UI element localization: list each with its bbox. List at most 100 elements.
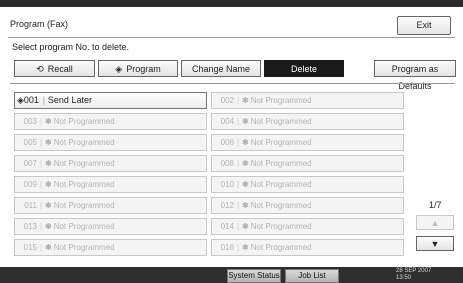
top-bar xyxy=(0,0,463,7)
program-icon: ◈ xyxy=(17,95,24,105)
asterisk-icon: ✱ xyxy=(45,138,52,147)
scroll-up-button[interactable]: ▲ xyxy=(416,215,454,230)
program-name: Not Programmed xyxy=(250,96,312,105)
program-number: 010 xyxy=(220,180,234,189)
program-slot-010[interactable]: 010 | ✱ Not Programmed xyxy=(211,176,404,193)
program-name: Send Later xyxy=(47,95,92,105)
program-number: 001 xyxy=(23,95,39,105)
program-number: 011 xyxy=(24,201,37,210)
system-status-button[interactable]: System Status xyxy=(227,269,281,283)
program-number: 013 xyxy=(23,222,37,231)
tab-change-name[interactable]: Change Name xyxy=(181,60,261,77)
date-text: 28 SEP 2007 xyxy=(396,268,432,274)
program-name: Not Programmed xyxy=(53,159,115,168)
asterisk-icon: ✱ xyxy=(45,159,52,168)
separator: | xyxy=(236,180,240,189)
separator: | xyxy=(236,138,240,147)
separator: | xyxy=(39,222,43,231)
program-number: 002 xyxy=(220,96,234,105)
job-list-button[interactable]: Job List xyxy=(285,269,339,283)
asterisk-icon: ✱ xyxy=(45,117,52,126)
program-name: Not Programmed xyxy=(53,117,115,126)
program-slot-004[interactable]: 004 | ✱ Not Programmed xyxy=(211,113,404,130)
program-name: Not Programmed xyxy=(250,201,312,210)
program-slot-016[interactable]: 016 | ✱ Not Programmed xyxy=(211,239,404,256)
program-slot-001[interactable]: ◈001 | Send Later xyxy=(14,92,207,109)
separator: | xyxy=(39,201,43,210)
program-name: Not Programmed xyxy=(250,243,312,252)
separator: | xyxy=(39,180,43,189)
program-name: Not Programmed xyxy=(250,117,312,126)
separator: | xyxy=(39,138,43,147)
program-name: Not Programmed xyxy=(250,138,312,147)
program-number: 012 xyxy=(220,201,234,210)
asterisk-icon: ✱ xyxy=(242,201,249,210)
program-number: 006 xyxy=(220,138,234,147)
date-time: 28 SEP 2007 13:50 xyxy=(396,268,431,282)
program-slot-005[interactable]: 005 | ✱ Not Programmed xyxy=(14,134,207,151)
program-number: 014 xyxy=(220,222,234,231)
program-number: 008 xyxy=(220,159,234,168)
program-number: 004 xyxy=(220,117,234,126)
asterisk-icon: ✱ xyxy=(242,222,249,231)
program-slot-002[interactable]: 002 | ✱ Not Programmed xyxy=(211,92,404,109)
program-name: Not Programmed xyxy=(53,201,115,210)
program-name: Not Programmed xyxy=(250,222,312,231)
program-slot-011[interactable]: 011 | ✱ Not Programmed xyxy=(14,197,207,214)
recall-icon: ⟲ xyxy=(36,64,44,74)
program-slot-006[interactable]: 006 | ✱ Not Programmed xyxy=(211,134,404,151)
separator: | xyxy=(236,243,240,252)
tab-program-label: Program xyxy=(126,64,161,74)
program-slot-009[interactable]: 009 | ✱ Not Programmed xyxy=(14,176,207,193)
arrow-down-icon: ▼ xyxy=(430,239,440,249)
separator: | xyxy=(39,117,43,126)
separator: | xyxy=(236,159,240,168)
program-number: 003 xyxy=(23,117,37,126)
asterisk-icon: ✱ xyxy=(242,117,249,126)
asterisk-icon: ✱ xyxy=(242,243,249,252)
program-number: 016 xyxy=(220,243,234,252)
program-name: Not Programmed xyxy=(53,222,115,231)
asterisk-icon: ✱ xyxy=(45,222,52,231)
program-name: Not Programmed xyxy=(250,159,312,168)
separator: | xyxy=(236,117,240,126)
asterisk-icon: ✱ xyxy=(242,159,249,168)
program-number: 007 xyxy=(23,159,37,168)
scroll-down-button[interactable]: ▼ xyxy=(416,236,454,251)
program-slot-008[interactable]: 008 | ✱ Not Programmed xyxy=(211,155,404,172)
instruction-text: Select program No. to delete. xyxy=(12,42,130,52)
program-slot-003[interactable]: 003 | ✱ Not Programmed xyxy=(14,113,207,130)
separator: | xyxy=(39,159,43,168)
separator: | xyxy=(42,95,46,105)
separator: | xyxy=(236,222,240,231)
divider xyxy=(10,83,455,84)
asterisk-icon: ✱ xyxy=(242,138,249,147)
tab-delete[interactable]: Delete xyxy=(264,60,344,77)
tab-program[interactable]: ◈ Program xyxy=(98,60,178,77)
program-number: 015 xyxy=(23,243,37,252)
program-number: 005 xyxy=(23,138,37,147)
program-name: Not Programmed xyxy=(53,243,115,252)
program-as-defaults-button[interactable]: Program as Defaults xyxy=(374,60,456,91)
program-name: Not Programmed xyxy=(250,180,312,189)
program-slot-007[interactable]: 007 | ✱ Not Programmed xyxy=(14,155,207,172)
page-indicator: 1/7 xyxy=(429,200,442,210)
separator: | xyxy=(236,201,240,210)
exit-button[interactable]: Exit xyxy=(397,16,451,35)
program-slot-012[interactable]: 012 | ✱ Not Programmed xyxy=(211,197,404,214)
program-slot-014[interactable]: 014 | ✱ Not Programmed xyxy=(211,218,404,235)
window-title: Program (Fax) xyxy=(10,19,69,29)
tab-change-name-label: Change Name xyxy=(191,64,251,74)
program-slot-013[interactable]: 013 | ✱ Not Programmed xyxy=(14,218,207,235)
tab-recall[interactable]: ⟲ Recall xyxy=(14,60,95,77)
status-bar: System Status Job List 28 SEP 2007 13:50 xyxy=(0,267,463,283)
tab-delete-label: Delete xyxy=(290,64,317,74)
asterisk-icon: ✱ xyxy=(45,180,52,189)
asterisk-icon: ✱ xyxy=(242,96,249,105)
program-name: Not Programmed xyxy=(53,138,115,147)
separator: | xyxy=(236,96,240,105)
program-number: 009 xyxy=(23,180,37,189)
program-slot-015[interactable]: 015 | ✱ Not Programmed xyxy=(14,239,207,256)
time-text: 13:50 xyxy=(396,275,412,281)
asterisk-icon: ✱ xyxy=(45,201,52,210)
